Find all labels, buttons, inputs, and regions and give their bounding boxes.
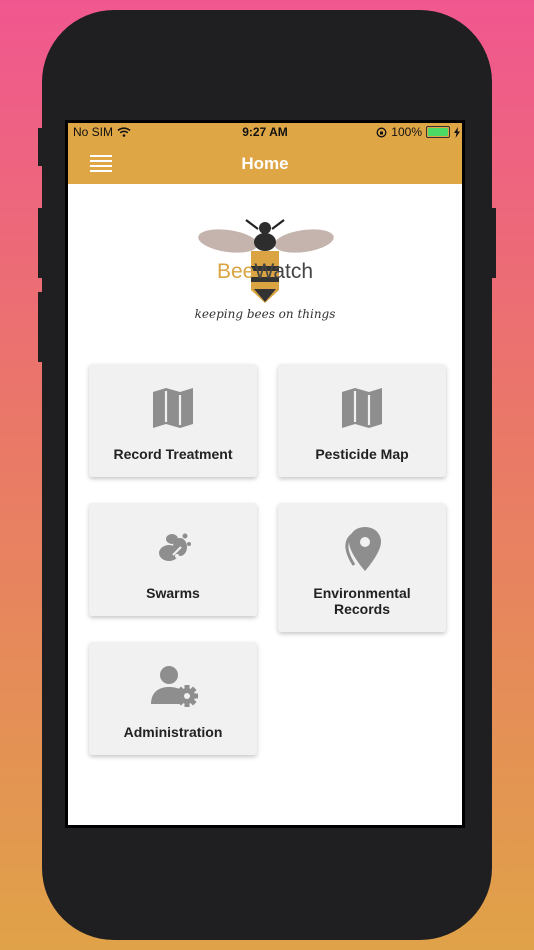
administration-tile[interactable]: Administration — [89, 642, 257, 755]
battery-icon — [426, 126, 450, 138]
mute-switch — [38, 128, 44, 166]
swarm-icon — [159, 533, 191, 561]
map-icon — [153, 388, 193, 428]
brand-suffix: Watch — [254, 260, 314, 283]
orientation-lock-icon — [376, 127, 387, 137]
charging-bolt-icon — [454, 126, 460, 138]
record-treatment-tile[interactable]: Record Treatment — [89, 364, 257, 477]
app-screen: No SIM 9:27 AM 100% Home BeeWatch keepin… — [68, 123, 462, 825]
power-button — [490, 208, 496, 278]
brand-prefix: Bee — [216, 260, 255, 283]
battery-percent: 100% — [391, 125, 422, 139]
tile-label: Record Treatment — [113, 446, 233, 462]
page-title: Home — [241, 154, 289, 173]
tile-label: Swarms — [146, 585, 200, 601]
volume-up-button — [38, 208, 44, 278]
tile-label: Administration — [123, 724, 223, 740]
volume-down-button — [38, 292, 44, 362]
tile-label: Pesticide Map — [315, 446, 409, 462]
tagline: keeping bees on things — [194, 307, 336, 321]
swarms-tile[interactable]: Swarms — [89, 503, 257, 616]
environmental-records-tile[interactable]: Environmental Records — [278, 503, 446, 632]
status-bar: No SIM 9:27 AM 100% — [68, 123, 462, 141]
map-icon — [342, 388, 382, 428]
tile-label: Environmental Records — [313, 585, 411, 617]
pesticide-map-tile[interactable]: Pesticide Map — [278, 364, 446, 477]
user-cog-icon — [151, 666, 198, 707]
app-bar: No SIM 9:27 AM 100% Home — [68, 123, 462, 184]
map-marker-icon — [345, 527, 381, 571]
brand-name: BeeWatch — [68, 260, 462, 284]
